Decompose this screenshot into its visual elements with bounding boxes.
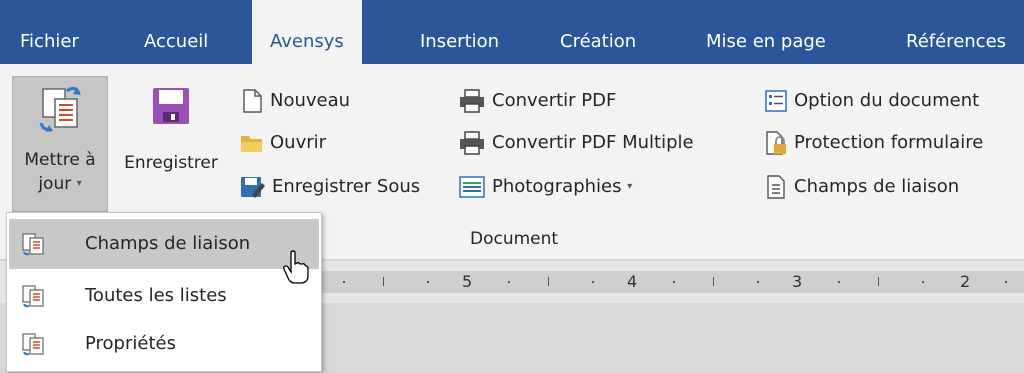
tab-accueil[interactable]: Accueil — [144, 0, 208, 64]
new-button[interactable]: Nouveau — [240, 86, 350, 116]
menu-item-toutes-les-listes[interactable]: Toutes les listes — [9, 271, 319, 321]
ribbon-tab-bar: Fichier Accueil Avensys Insertion Créati… — [0, 0, 1024, 66]
ruler-tick — [1005, 281, 1007, 283]
save-as-button[interactable]: Enregistrer Sous — [240, 172, 420, 202]
ruler-tick — [592, 281, 594, 283]
menu-item-label: Toutes les listes — [85, 285, 227, 306]
update-fields-icon — [22, 285, 44, 308]
save-as-icon — [241, 177, 265, 198]
tab-fichier[interactable]: Fichier — [20, 0, 79, 64]
save-button-label: Enregistrer — [124, 153, 218, 173]
ruler-label: 2 — [960, 272, 971, 291]
update-button-label-line1: Mettre à — [24, 150, 96, 170]
folder-icon — [241, 136, 263, 152]
ruler-tick — [548, 277, 549, 286]
ruler-tick — [922, 281, 924, 283]
ruler-tick — [508, 281, 510, 283]
convert-pdf-button[interactable]: Convertir PDF — [458, 86, 616, 116]
chevron-down-icon: ▾ — [627, 181, 633, 192]
convert-pdf-multiple-button[interactable]: Convertir PDF Multiple — [458, 128, 694, 158]
linked-fields-button[interactable]: Champs de liaison — [764, 172, 959, 202]
tab-avensys[interactable]: Avensys — [252, 0, 362, 66]
save-button[interactable]: Enregistrer — [112, 76, 230, 212]
document-option-button[interactable]: Option du document — [764, 86, 979, 116]
document-options-icon — [765, 90, 787, 112]
tab-insertion[interactable]: Insertion — [420, 0, 499, 64]
ruler-tick — [713, 277, 714, 286]
menu-item-label: Champs de liaison — [85, 233, 251, 254]
ruler-label: 4 — [627, 272, 638, 291]
photos-icon — [459, 176, 485, 198]
new-document-icon — [243, 89, 262, 113]
ruler-strip — [280, 271, 1024, 293]
tab-references[interactable]: Références — [906, 0, 1006, 64]
ruler-label: 3 — [792, 272, 803, 291]
menu-item-label: Propriétés — [85, 333, 176, 354]
ruler-tick — [838, 281, 840, 283]
ruler-tick — [878, 277, 879, 286]
form-protection-button[interactable]: Protection formulaire — [764, 128, 983, 158]
group-label-document: Document — [470, 229, 559, 249]
ruler-label: 5 — [462, 272, 473, 291]
ruler-tick — [343, 281, 345, 283]
tab-creation[interactable]: Création — [560, 0, 636, 64]
update-button-label-line2: jour ▾ — [38, 174, 82, 194]
update-fields-icon — [39, 86, 81, 132]
floppy-disk-icon — [153, 88, 189, 124]
printer-icon — [460, 131, 484, 155]
update-fields-icon — [22, 333, 44, 356]
ruler-tick — [757, 281, 759, 283]
menu-item-proprietes[interactable]: Propriétés — [9, 319, 319, 369]
update-dropdown-menu: Champs de liaison Toutes les listes Prop… — [6, 212, 322, 372]
tab-mise-en-page[interactable]: Mise en page — [706, 0, 826, 64]
ruler-tick — [383, 277, 384, 286]
open-button[interactable]: Ouvrir — [240, 128, 326, 158]
printer-icon — [460, 89, 484, 113]
update-fields-icon — [22, 233, 44, 256]
hand-cursor-icon — [283, 250, 309, 284]
photos-dropdown[interactable]: Photographies ▾ — [458, 172, 632, 202]
chevron-down-icon: ▾ — [76, 178, 82, 189]
ruler-tick — [673, 281, 675, 283]
update-button[interactable]: Mettre à jour ▾ — [12, 76, 108, 212]
menu-item-champs-de-liaison[interactable]: Champs de liaison — [9, 219, 319, 269]
lock-document-icon — [766, 131, 786, 155]
linked-fields-icon — [767, 175, 785, 199]
ruler-tick — [427, 281, 429, 283]
